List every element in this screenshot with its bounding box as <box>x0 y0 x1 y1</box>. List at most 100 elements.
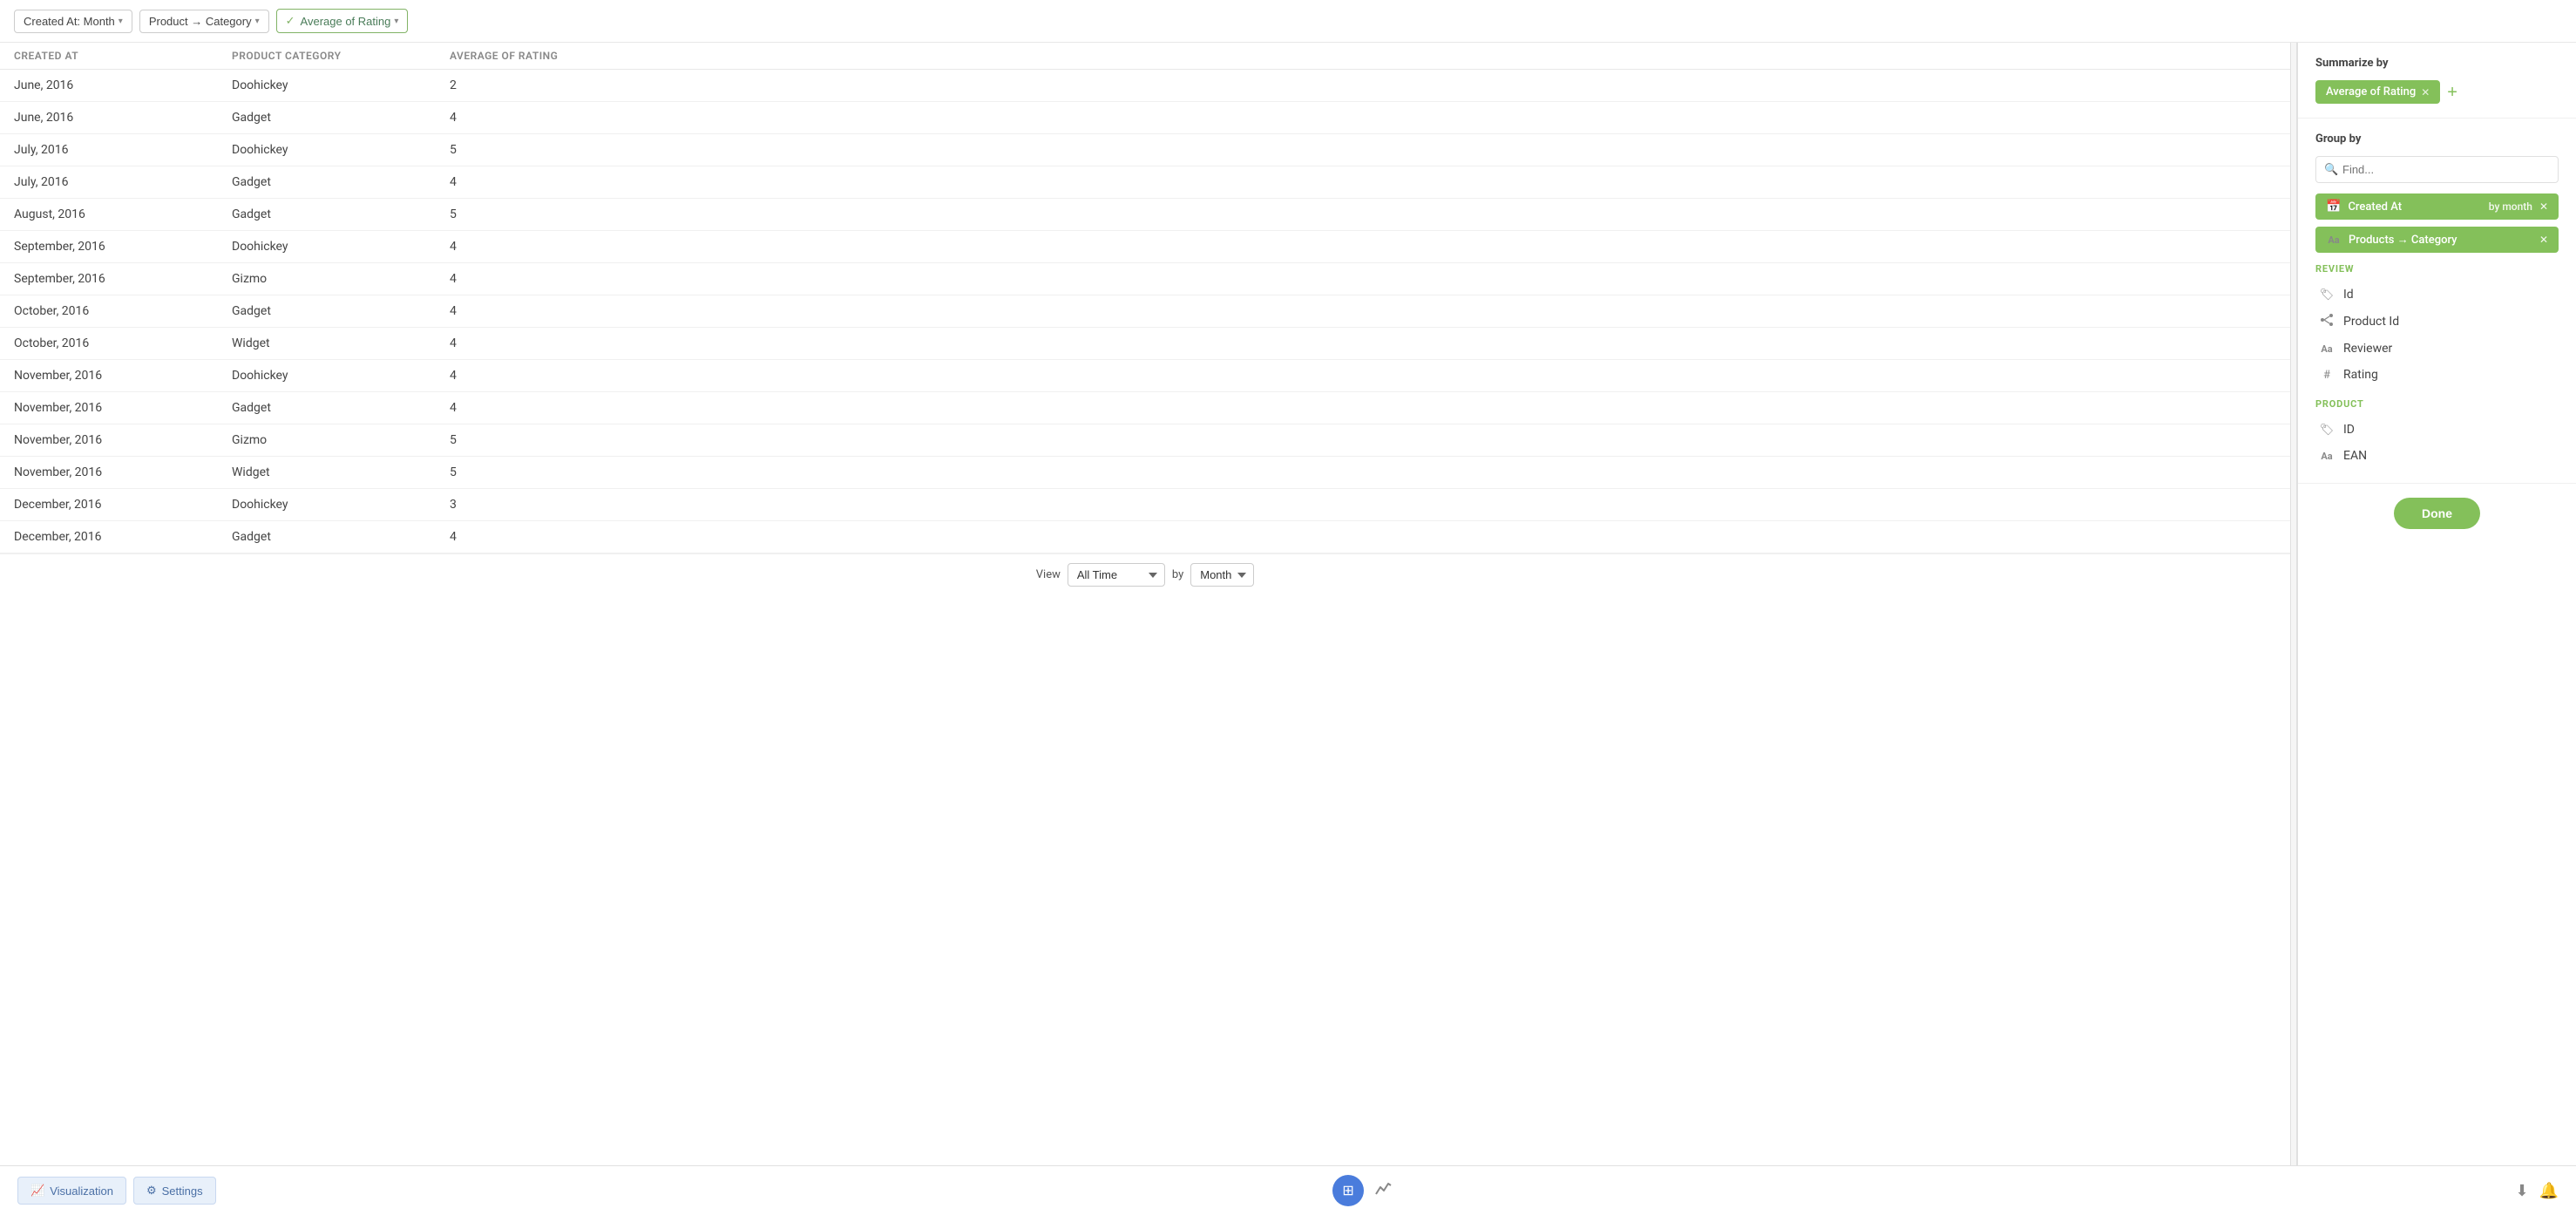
cell-category: Gadget <box>232 401 450 415</box>
bell-icon: 🔔 <box>2539 1182 2559 1199</box>
chart-line-icon: 📈 <box>31 1184 44 1198</box>
table-icon: ⊞ <box>1342 1182 1353 1199</box>
group-chip-created-at-remove[interactable]: ✕ <box>2539 200 2548 213</box>
review-category-label: REVIEW <box>2315 263 2559 275</box>
cell-value: 4 <box>450 336 580 350</box>
cell-value: 4 <box>450 111 580 125</box>
settings-label: Settings <box>162 1184 203 1198</box>
cell-value: 5 <box>450 465 580 479</box>
table-row: July, 2016 Doohickey 5 <box>0 134 2290 166</box>
share-icon <box>2319 314 2335 329</box>
cell-value: 3 <box>450 498 580 512</box>
notification-button[interactable]: 🔔 <box>2539 1182 2559 1200</box>
filter-chip-product-category[interactable]: Product → Category ▾ <box>139 10 269 33</box>
view-time-select[interactable]: All TimeLast 7 DaysLast 30 DaysLast 90 D… <box>1068 563 1165 587</box>
bottom-bar: 📈 Visualization ⚙ Settings ⊞ ⬇ 🔔 <box>0 1165 2576 1215</box>
cell-empty <box>580 175 2276 189</box>
cell-value: 5 <box>450 207 580 221</box>
group-by-section: Group by 🔍 📅 Created At by month ✕ Aa <box>2298 119 2576 484</box>
bottom-bar-right: ⬇ 🔔 <box>2515 1182 2559 1200</box>
cell-date: June, 2016 <box>14 78 232 92</box>
table-header: Created At Product Category Average of R… <box>0 43 2290 70</box>
cell-empty <box>580 369 2276 383</box>
field-rating-label: Rating <box>2343 368 2378 382</box>
view-by-row: View All TimeLast 7 DaysLast 30 DaysLast… <box>0 553 2290 595</box>
cell-date: September, 2016 <box>14 272 232 286</box>
visualization-button[interactable]: 📈 Visualization <box>17 1177 126 1205</box>
table-row: June, 2016 Gadget 4 <box>0 102 2290 134</box>
field-product-ID-label: ID <box>2343 423 2355 437</box>
summarize-section: Summarize by Average of Rating ✕ + <box>2298 43 2576 119</box>
group-chip-created-at-sublabel: by month <box>2489 200 2532 213</box>
table-row: June, 2016 Doohickey 2 <box>0 70 2290 102</box>
field-item-id[interactable]: 🏷 Id <box>2315 282 2559 308</box>
cell-category: Gizmo <box>232 433 450 447</box>
cell-empty <box>580 78 2276 92</box>
filter-chip-average-rating-label: Average of Rating <box>301 15 391 28</box>
summarize-title: Summarize by <box>2315 57 2559 70</box>
cell-category: Gizmo <box>232 272 450 286</box>
summarize-remove-icon[interactable]: ✕ <box>2421 86 2430 98</box>
field-id-label: Id <box>2343 288 2354 302</box>
cell-empty <box>580 111 2276 125</box>
table-row: November, 2016 Gizmo 5 <box>0 424 2290 457</box>
done-button[interactable]: Done <box>2394 498 2480 529</box>
cell-empty <box>580 143 2276 157</box>
table-area: Created At Product Category Average of R… <box>0 43 2290 1165</box>
data-table: June, 2016 Doohickey 2 June, 2016 Gadget… <box>0 70 2290 553</box>
group-chip-created-at[interactable]: 📅 Created At by month ✕ <box>2315 193 2559 220</box>
cell-empty <box>580 304 2276 318</box>
filter-chip-product-category-label: Product → Category <box>149 15 252 28</box>
cell-value: 5 <box>450 433 580 447</box>
chart-view-button[interactable] <box>1367 1175 1399 1206</box>
cell-value: 2 <box>450 78 580 92</box>
main-layout: Created At Product Category Average of R… <box>0 43 2576 1165</box>
col-header-product-category: Product Category <box>232 50 450 62</box>
cell-category: Gadget <box>232 304 450 318</box>
cell-date: June, 2016 <box>14 111 232 125</box>
field-item-ean[interactable]: Aa EAN <box>2315 443 2559 469</box>
cell-value: 4 <box>450 272 580 286</box>
table-view-button[interactable]: ⊞ <box>1332 1175 1364 1206</box>
bottom-bar-center: ⊞ <box>1332 1175 1399 1206</box>
cell-category: Gadget <box>232 530 450 544</box>
table-row: November, 2016 Doohickey 4 <box>0 360 2290 392</box>
cell-empty <box>580 272 2276 286</box>
table-row: October, 2016 Gadget 4 <box>0 295 2290 328</box>
cell-value: 4 <box>450 530 580 544</box>
tag-icon: 🏷 <box>2319 288 2335 302</box>
done-section: Done <box>2298 484 2576 543</box>
cell-category: Doohickey <box>232 240 450 254</box>
field-reviewer-label: Reviewer <box>2343 342 2392 356</box>
cell-empty <box>580 207 2276 221</box>
cell-date: July, 2016 <box>14 143 232 157</box>
cell-empty <box>580 465 2276 479</box>
settings-button[interactable]: ⚙ Settings <box>133 1177 216 1205</box>
hash-icon: # <box>2319 369 2335 382</box>
group-chip-products-category-remove[interactable]: ✕ <box>2539 234 2548 246</box>
view-by-select[interactable]: MonthWeekDayYear <box>1190 563 1254 587</box>
filter-chip-average-rating[interactable]: ✓ Average of Rating ▾ <box>276 9 409 33</box>
cell-category: Gadget <box>232 175 450 189</box>
cell-category: Gadget <box>232 111 450 125</box>
download-button[interactable]: ⬇ <box>2515 1182 2528 1200</box>
cell-value: 4 <box>450 401 580 415</box>
find-input-wrapper: 🔍 <box>2315 156 2559 183</box>
cell-value: 5 <box>450 143 580 157</box>
aa-icon-ean: Aa <box>2319 451 2335 462</box>
summarize-chip[interactable]: Average of Rating ✕ <box>2315 80 2440 104</box>
col-header-empty <box>580 50 2276 62</box>
summarize-add-button[interactable]: + <box>2447 84 2457 101</box>
group-chip-products-category-right: ✕ <box>2539 234 2548 246</box>
field-item-reviewer[interactable]: Aa Reviewer <box>2315 336 2559 362</box>
field-item-rating[interactable]: # Rating <box>2315 362 2559 388</box>
cell-value: 4 <box>450 369 580 383</box>
find-input[interactable] <box>2315 156 2559 183</box>
table-row: September, 2016 Doohickey 4 <box>0 231 2290 263</box>
field-item-product-ID[interactable]: 🏷 ID <box>2315 417 2559 443</box>
group-chip-created-at-right: by month ✕ <box>2489 200 2548 213</box>
group-chip-products-category[interactable]: Aa Products → Category ✕ <box>2315 227 2559 253</box>
cell-empty <box>580 433 2276 447</box>
field-item-product-id[interactable]: Product Id <box>2315 308 2559 336</box>
filter-chip-created-at[interactable]: Created At: Month ▾ <box>14 10 132 33</box>
